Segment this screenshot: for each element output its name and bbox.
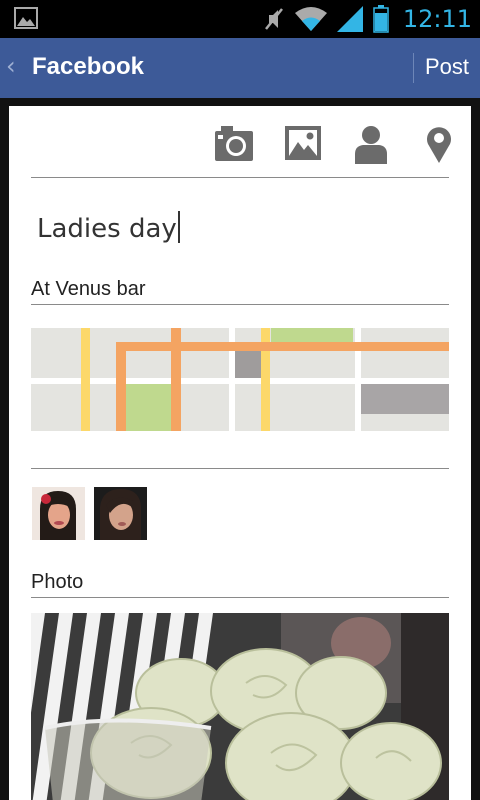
divider bbox=[31, 304, 449, 305]
location-label[interactable]: At Venus bar bbox=[31, 278, 146, 301]
action-divider bbox=[413, 53, 414, 83]
location-pin-icon[interactable] bbox=[419, 124, 459, 164]
app-title[interactable]: Facebook bbox=[32, 53, 144, 81]
signal-icon bbox=[336, 6, 363, 32]
mute-icon bbox=[264, 8, 283, 30]
gallery-icon bbox=[14, 7, 38, 29]
divider bbox=[31, 177, 449, 178]
text-cursor bbox=[177, 211, 180, 243]
camera-icon[interactable] bbox=[214, 124, 254, 164]
status-clock: 12:11 bbox=[402, 5, 472, 33]
status-bar: 12:11 bbox=[0, 0, 480, 38]
divider bbox=[31, 468, 449, 469]
status-text: Ladies day bbox=[37, 214, 177, 244]
status-icons: 12:11 bbox=[263, 0, 472, 38]
composer-panel: Ladies day At Venus bar Photo bbox=[9, 106, 471, 800]
battery-icon bbox=[373, 5, 389, 33]
status-text-input[interactable]: Ladies day bbox=[37, 211, 180, 244]
friend-avatar-1[interactable] bbox=[32, 487, 85, 540]
map-preview[interactable] bbox=[31, 328, 449, 431]
image-icon[interactable] bbox=[283, 124, 323, 164]
attached-photo[interactable] bbox=[31, 613, 449, 800]
person-icon[interactable] bbox=[351, 124, 391, 164]
friend-avatar-2[interactable] bbox=[94, 487, 147, 540]
wifi-icon bbox=[294, 7, 327, 31]
divider bbox=[31, 597, 449, 598]
action-bar: ‹ Facebook Post bbox=[0, 38, 480, 98]
back-chevron-icon[interactable]: ‹ bbox=[6, 52, 16, 80]
post-button[interactable]: Post bbox=[425, 54, 469, 80]
photo-label: Photo bbox=[31, 571, 84, 593]
